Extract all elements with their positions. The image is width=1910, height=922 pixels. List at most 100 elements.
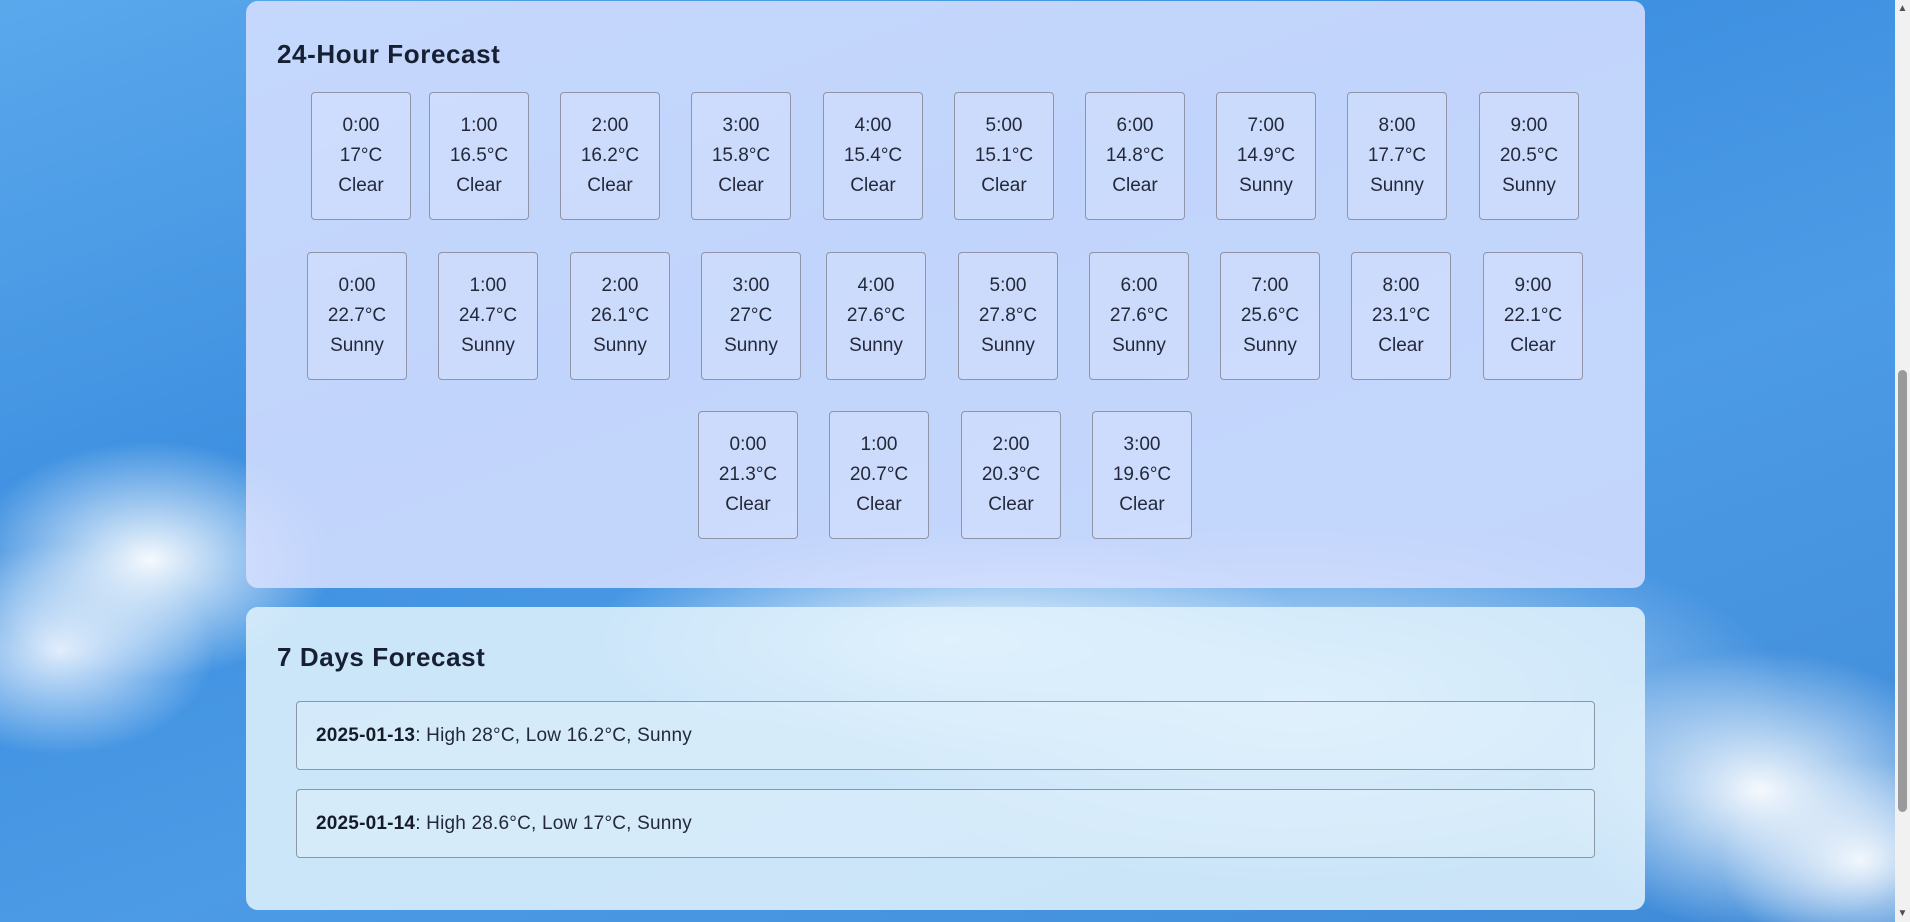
daily-forecast-row: 2025-01-13: High 28°C, Low 16.2°C, Sunny (296, 701, 1595, 770)
hourly-forecast-item: 0:00 22.7°C Sunny (307, 252, 407, 380)
hourly-condition: Sunny (1112, 335, 1166, 356)
hourly-temp: 14.8°C (1105, 145, 1165, 166)
hourly-forecast-item: 4:00 27.6°C Sunny (826, 252, 926, 380)
hourly-forecast-item: 2:00 26.1°C Sunny (570, 252, 670, 380)
hourly-forecast-item: 7:00 25.6°C Sunny (1220, 252, 1320, 380)
hourly-temp: 23.1°C (1371, 305, 1431, 326)
hourly-time: 1:00 (469, 275, 507, 296)
scrollbar-thumb[interactable] (1898, 370, 1907, 812)
hourly-time: 5:00 (985, 115, 1023, 136)
hourly-forecast-item: 6:00 27.6°C Sunny (1089, 252, 1189, 380)
hourly-condition: Clear (1119, 494, 1165, 515)
daily-forecast-date: 2025-01-14 (316, 812, 416, 834)
hourly-condition: Clear (856, 494, 902, 515)
triangle-up-icon[interactable]: ▲ (1895, 0, 1910, 17)
hourly-forecast-item: 0:00 21.3°C Clear (698, 411, 798, 539)
hourly-condition: Clear (456, 175, 502, 196)
hourly-forecast-item: 4:00 15.4°C Clear (823, 92, 923, 220)
hourly-time: 7:00 (1251, 275, 1289, 296)
hourly-condition: Sunny (1502, 175, 1556, 196)
daily-forecast-title: 7 Days Forecast (277, 642, 486, 672)
hourly-time: 0:00 (729, 434, 767, 455)
hourly-condition: Sunny (1243, 335, 1297, 356)
hourly-condition: Clear (988, 494, 1034, 515)
hourly-condition: Sunny (849, 335, 903, 356)
hourly-temp: 25.6°C (1240, 305, 1300, 326)
hourly-condition: Clear (338, 175, 384, 196)
hourly-time: 0:00 (338, 275, 376, 296)
vertical-scrollbar[interactable]: ▲ ▼ (1895, 0, 1910, 922)
hourly-temp: 16.5°C (449, 145, 509, 166)
daily-forecast-summary: : High 28°C, Low 16.2°C, Sunny (415, 724, 692, 746)
hourly-forecast-item: 6:00 14.8°C Clear (1085, 92, 1185, 220)
hourly-forecast-title: 24-Hour Forecast (277, 39, 501, 69)
hourly-forecast-item: 5:00 15.1°C Clear (954, 92, 1054, 220)
hourly-temp: 17°C (339, 145, 383, 166)
hourly-time: 4:00 (857, 275, 895, 296)
hourly-temp: 20.7°C (849, 464, 909, 485)
hourly-temp: 16.2°C (580, 145, 640, 166)
hourly-time: 9:00 (1514, 275, 1552, 296)
hourly-forecast-item: 9:00 20.5°C Sunny (1479, 92, 1579, 220)
hourly-temp: 19.6°C (1112, 464, 1172, 485)
hourly-forecast-item: 7:00 14.9°C Sunny (1216, 92, 1316, 220)
hourly-temp: 17.7°C (1367, 145, 1427, 166)
hourly-condition: Sunny (1370, 175, 1424, 196)
hourly-condition: Clear (1510, 335, 1556, 356)
hourly-forecast-item: 0:00 17°C Clear (311, 92, 411, 220)
hourly-temp: 14.9°C (1236, 145, 1296, 166)
hourly-condition: Clear (725, 494, 771, 515)
hourly-condition: Sunny (330, 335, 384, 356)
hourly-condition: Sunny (461, 335, 515, 356)
hourly-condition: Clear (1378, 335, 1424, 356)
hourly-forecast-item: 1:00 20.7°C Clear (829, 411, 929, 539)
hourly-time: 8:00 (1382, 275, 1420, 296)
hourly-temp: 22.1°C (1503, 305, 1563, 326)
hourly-time: 7:00 (1247, 115, 1285, 136)
hourly-temp: 20.3°C (981, 464, 1041, 485)
daily-forecast-date: 2025-01-13 (316, 724, 416, 746)
hourly-forecast-item: 8:00 17.7°C Sunny (1347, 92, 1447, 220)
hourly-time: 9:00 (1510, 115, 1548, 136)
daily-forecast-row: 2025-01-14: High 28.6°C, Low 17°C, Sunny (296, 789, 1595, 858)
hourly-time: 2:00 (591, 115, 629, 136)
hourly-forecast-item: 2:00 16.2°C Clear (560, 92, 660, 220)
hourly-forecast-item: 3:00 19.6°C Clear (1092, 411, 1192, 539)
hourly-forecast-item: 2:00 20.3°C Clear (961, 411, 1061, 539)
hourly-time: 4:00 (854, 115, 892, 136)
hourly-time: 1:00 (860, 434, 898, 455)
hourly-condition: Sunny (1239, 175, 1293, 196)
hourly-temp: 24.7°C (458, 305, 518, 326)
hourly-time: 3:00 (1123, 434, 1161, 455)
hourly-time: 6:00 (1120, 275, 1158, 296)
hourly-condition: Sunny (981, 335, 1035, 356)
hourly-time: 2:00 (601, 275, 639, 296)
hourly-time: 8:00 (1378, 115, 1416, 136)
hourly-temp: 15.8°C (711, 145, 771, 166)
hourly-condition: Sunny (593, 335, 647, 356)
hourly-condition: Clear (1112, 175, 1158, 196)
hourly-forecast-item: 3:00 27°C Sunny (701, 252, 801, 380)
triangle-down-icon[interactable]: ▼ (1895, 905, 1910, 922)
hourly-time: 5:00 (989, 275, 1027, 296)
hourly-condition: Clear (718, 175, 764, 196)
hourly-forecast-item: 8:00 23.1°C Clear (1351, 252, 1451, 380)
hourly-condition: Sunny (724, 335, 778, 356)
hourly-time: 3:00 (722, 115, 760, 136)
hourly-forecast-item: 1:00 16.5°C Clear (429, 92, 529, 220)
hourly-forecast-item: 5:00 27.8°C Sunny (958, 252, 1058, 380)
daily-forecast-summary: : High 28.6°C, Low 17°C, Sunny (415, 812, 692, 834)
hourly-temp: 15.1°C (974, 145, 1034, 166)
hourly-forecast-item: 3:00 15.8°C Clear (691, 92, 791, 220)
hourly-condition: Clear (587, 175, 633, 196)
hourly-temp: 27.6°C (1109, 305, 1169, 326)
hourly-condition: Clear (850, 175, 896, 196)
hourly-time: 1:00 (460, 115, 498, 136)
hourly-temp: 21.3°C (718, 464, 778, 485)
hourly-temp: 22.7°C (327, 305, 387, 326)
hourly-time: 0:00 (342, 115, 380, 136)
hourly-time: 2:00 (992, 434, 1030, 455)
hourly-temp: 27.8°C (978, 305, 1038, 326)
hourly-forecast-item: 9:00 22.1°C Clear (1483, 252, 1583, 380)
hourly-temp: 26.1°C (590, 305, 650, 326)
